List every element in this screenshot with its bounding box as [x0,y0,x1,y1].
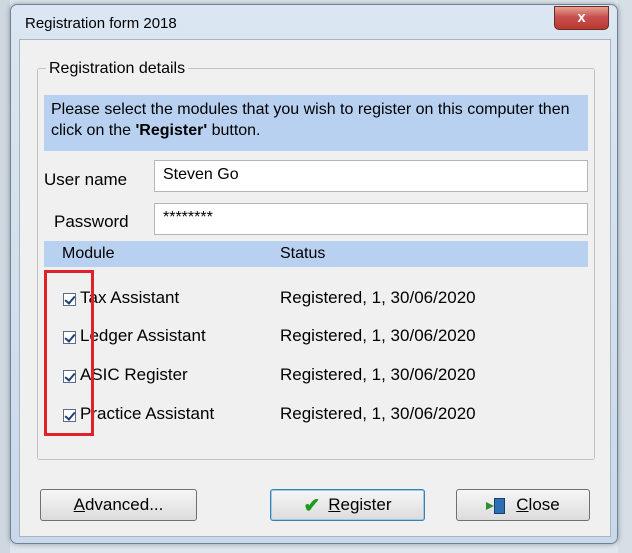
username-input[interactable]: Steven Go [154,160,588,192]
password-input[interactable]: ******** [154,203,588,235]
register-button[interactable]: ✔ Register [270,489,425,521]
title-bar[interactable]: Registration form 2018 x [11,5,617,39]
advanced-button[interactable]: Advanced... [40,489,197,521]
module-status: Registered, 1, 30/06/2020 [280,288,476,307]
window-title: Registration form 2018 [25,15,177,32]
column-header-status: Status [280,245,326,262]
module-status: Registered, 1, 30/06/2020 [280,404,476,423]
register-accelerator: R [328,495,341,514]
module-name: Ledger Assistant [80,326,206,345]
module-status: Registered, 1, 30/06/2020 [280,365,476,384]
password-label: Password [54,212,129,231]
instructions-bold-text: 'Register' [135,122,208,139]
exit-door-icon [486,497,506,514]
instructions-text: Please select the modules that you wish … [51,101,570,139]
desktop-background-right [618,0,632,553]
column-header-module: Module [62,245,115,262]
close-accelerator: C [516,495,529,514]
module-row-asic-register: ASIC Register Registered, 1, 30/06/2020 [44,362,588,394]
module-table-header: Module Status [44,241,588,267]
module-name: Practice Assistant [80,404,215,423]
module-name: ASIC Register [80,365,188,384]
module-row-ledger-assistant: Ledger Assistant Registered, 1, 30/06/20… [44,323,588,355]
username-label: User name [44,170,128,189]
register-label: egister [340,495,392,514]
group-title: Registration details [46,60,189,78]
close-label: lose [528,495,560,514]
checkbox-highlight-annotation [44,270,94,436]
dialog-client-area: Registration details Please select the m… [19,39,611,537]
module-row-practice-assistant: Practice Assistant Registered, 1, 30/06/… [44,401,588,433]
advanced-accelerator: A [73,495,85,514]
window-close-button[interactable]: x [554,6,609,30]
instructions-text-end: button. [207,122,261,139]
instructions-panel: Please select the modules that you wish … [44,95,588,151]
desktop-background-left [0,0,10,553]
close-button[interactable]: Close [456,489,590,521]
module-status: Registered, 1, 30/06/2020 [280,326,476,345]
checkmark-icon: ✔ [303,494,321,517]
registration-window: Registration form 2018 x Registration de… [10,4,618,544]
module-row-tax-assistant: Tax Assistant Registered, 1, 30/06/2020 [44,285,588,317]
advanced-label: dvanced... [84,495,164,514]
close-icon: x [577,9,586,26]
module-name: Tax Assistant [80,288,180,307]
